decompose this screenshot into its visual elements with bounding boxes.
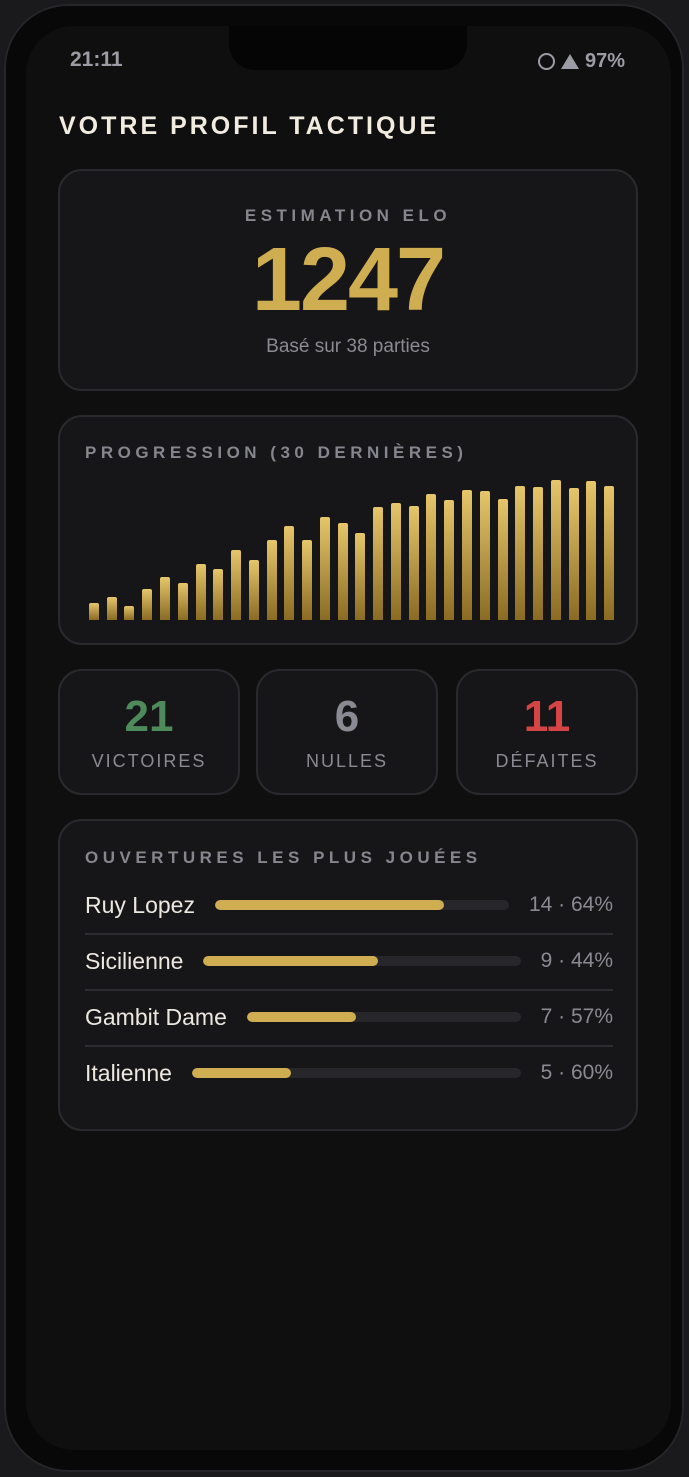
losses-value: 11: [523, 692, 571, 741]
opening-row[interactable]: Gambit Dame 7 · 57%: [85, 989, 613, 1047]
opening-stat: 9 · 44%: [540, 949, 613, 972]
signal-icon: [560, 54, 579, 69]
screen: 21:11 97% VOTRE PROFIL TACTIQUE ESTIMATI…: [26, 26, 671, 1450]
chart-bar: [231, 549, 241, 620]
chart-bar: [266, 539, 277, 620]
opening-bar-track: [246, 1012, 521, 1022]
chart-bar: [604, 485, 615, 620]
phone-frame: 21:11 97% VOTRE PROFIL TACTIQUE ESTIMATI…: [4, 4, 684, 1472]
chart-bar: [195, 564, 206, 620]
opening-stat: 14 · 64%: [528, 893, 613, 916]
draws-card: 6 NULLES: [256, 669, 438, 795]
chart-bar: [497, 498, 508, 620]
opening-bar-track: [214, 900, 509, 910]
chart-bar: [355, 532, 366, 620]
chart-bar: [479, 491, 490, 620]
wins-card: 21 VICTOIRES: [58, 669, 240, 795]
opening-name: Italienne: [85, 1059, 172, 1086]
chart-bar: [426, 494, 437, 620]
chart-bar: [533, 487, 543, 620]
chart-bar: [408, 505, 419, 620]
opening-row[interactable]: Ruy Lopez 14 · 64%: [85, 877, 613, 935]
opening-name: Ruy Lopez: [85, 891, 195, 918]
opening-bar-track: [191, 1068, 521, 1078]
opening-row[interactable]: Italienne 5 · 60%: [85, 1045, 613, 1101]
status-icons: 97%: [537, 50, 625, 73]
notch: [229, 26, 467, 70]
chart-bar: [586, 481, 597, 620]
battery-level: 97%: [584, 50, 625, 72]
chart-bar: [568, 488, 579, 620]
page-title: VOTRE PROFIL TACTIQUE: [59, 112, 440, 140]
chart-bar: [444, 499, 455, 620]
opening-bar-fill: [214, 900, 445, 910]
openings-card: OUVERTURES LES PLUS JOUÉES Ruy Lopez 14 …: [58, 819, 638, 1131]
circle-icon: [537, 53, 555, 70]
chart-bar: [284, 525, 295, 620]
elo-value: 1247: [251, 230, 446, 330]
losses-card: 11 DÉFAITES: [456, 669, 638, 795]
losses-label: DÉFAITES: [495, 751, 599, 771]
chart-bar: [390, 502, 401, 620]
opening-name: Sicilienne: [85, 947, 184, 974]
chart-bar: [337, 522, 348, 620]
chart-bar: [177, 582, 188, 620]
chart-bar: [124, 605, 135, 620]
wins-label: VICTOIRES: [91, 751, 207, 771]
chart-bar: [462, 489, 472, 620]
progression-card: PROGRESSION (30 DERNIÈRES): [58, 415, 638, 645]
elo-subtitle: Basé sur 38 parties: [266, 336, 430, 357]
chart-bar: [106, 597, 117, 620]
opening-row[interactable]: Sicilienne 9 · 44%: [85, 933, 613, 991]
chart-bar: [373, 507, 384, 620]
draws-label: NULLES: [305, 751, 389, 771]
chart-bar: [302, 539, 313, 620]
chart-bar: [159, 577, 170, 620]
draws-value: 6: [334, 692, 360, 741]
opening-bar-fill: [191, 1068, 291, 1078]
chart-bar: [142, 588, 153, 620]
progression-chart: [85, 477, 618, 620]
chart-bar: [515, 485, 526, 620]
chart-bar: [550, 479, 561, 620]
chart-bar: [88, 602, 99, 620]
chart-bar: [319, 517, 330, 620]
chart-bar: [213, 568, 224, 620]
opening-stat: 7 · 57%: [540, 1005, 613, 1028]
openings-label: OUVERTURES LES PLUS JOUÉES: [85, 848, 482, 867]
opening-bar-fill: [246, 1012, 357, 1022]
wins-value: 21: [124, 692, 174, 741]
elo-label: ESTIMATION ELO: [244, 206, 452, 225]
chart-bar: [248, 559, 259, 620]
opening-stat: 5 · 60%: [540, 1061, 613, 1084]
opening-name: Gambit Dame: [85, 1003, 227, 1030]
elo-card: ESTIMATION ELO 1247 Basé sur 38 parties: [58, 169, 638, 391]
status-time: 21:11: [70, 48, 123, 71]
opening-bar-fill: [203, 956, 378, 966]
progression-label: PROGRESSION (30 DERNIÈRES): [85, 443, 468, 462]
opening-bar-track: [203, 956, 521, 966]
